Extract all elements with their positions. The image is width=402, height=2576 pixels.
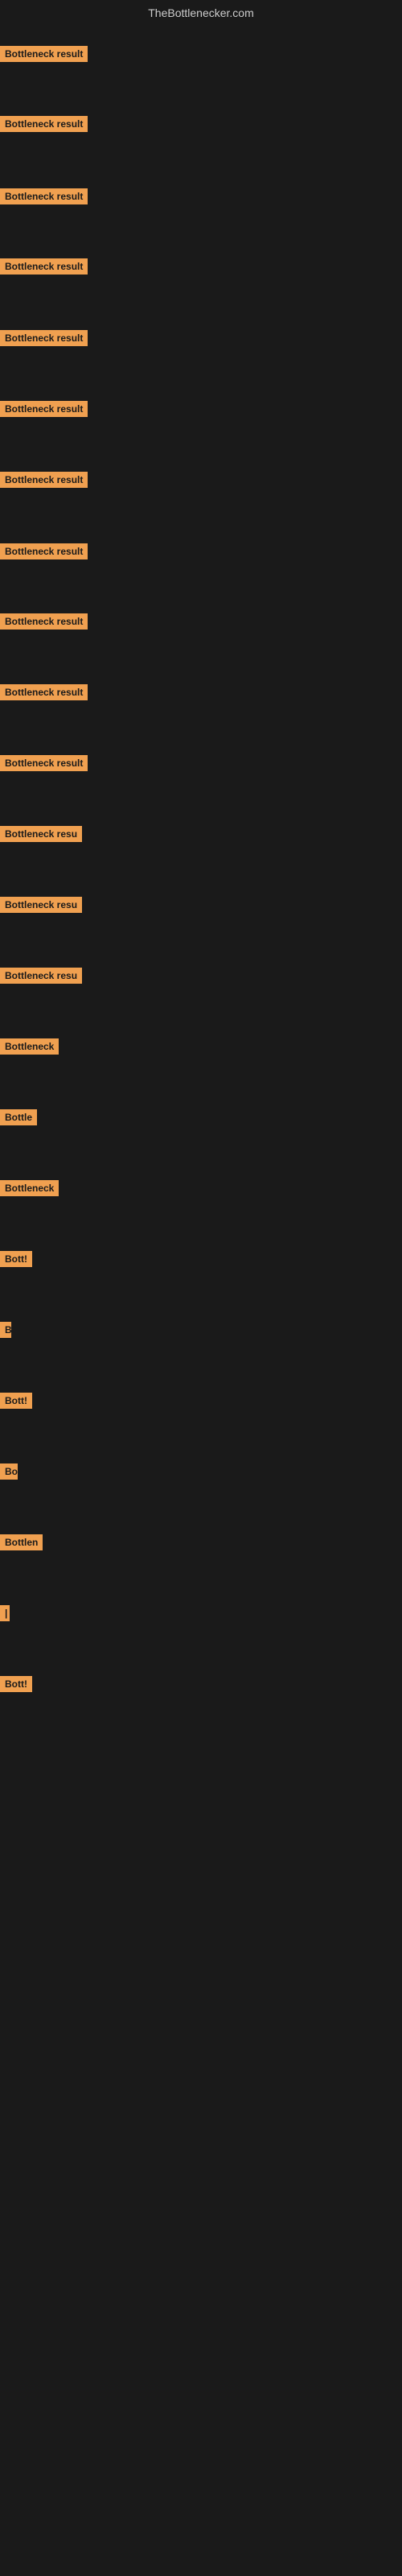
- bottleneck-badge-21[interactable]: Bo: [0, 1463, 18, 1480]
- bottleneck-badge-18[interactable]: Bott!: [0, 1251, 32, 1267]
- bottleneck-badge-container-10: Bottleneck result: [0, 684, 88, 704]
- bottleneck-badge-7[interactable]: Bottleneck result: [0, 472, 88, 488]
- bottleneck-badge-container-13: Bottleneck resu: [0, 897, 82, 917]
- bottleneck-badge-5[interactable]: Bottleneck result: [0, 330, 88, 346]
- bottleneck-badge-container-14: Bottleneck resu: [0, 968, 82, 988]
- bottleneck-badge-23[interactable]: |: [0, 1605, 10, 1621]
- bottleneck-badge-container-3: Bottleneck result: [0, 188, 88, 208]
- bottleneck-badge-container-4: Bottleneck result: [0, 258, 88, 279]
- site-title: TheBottlenecker.com: [0, 0, 402, 26]
- bottleneck-badge-11[interactable]: Bottleneck result: [0, 755, 88, 771]
- bottleneck-badge-16[interactable]: Bottle: [0, 1109, 37, 1125]
- bottleneck-badge-container-5: Bottleneck result: [0, 330, 88, 350]
- bottleneck-badge-15[interactable]: Bottleneck: [0, 1038, 59, 1055]
- bottleneck-badge-container-23: |: [0, 1605, 10, 1625]
- bottleneck-badge-container-12: Bottleneck resu: [0, 826, 82, 846]
- bottleneck-badge-container-22: Bottlen: [0, 1534, 43, 1554]
- bottleneck-badge-2[interactable]: Bottleneck result: [0, 116, 88, 132]
- bottleneck-badge-24[interactable]: Bott!: [0, 1676, 32, 1692]
- bottleneck-badge-12[interactable]: Bottleneck resu: [0, 826, 82, 842]
- bottleneck-badge-container-6: Bottleneck result: [0, 401, 88, 421]
- bottleneck-badge-19[interactable]: B: [0, 1322, 11, 1338]
- bottleneck-badge-13[interactable]: Bottleneck resu: [0, 897, 82, 913]
- bottleneck-badge-container-17: Bottleneck: [0, 1180, 59, 1200]
- bottleneck-badge-container-11: Bottleneck result: [0, 755, 88, 775]
- bottleneck-badge-4[interactable]: Bottleneck result: [0, 258, 88, 275]
- bottleneck-badge-container-18: Bott!: [0, 1251, 32, 1271]
- bottleneck-badge-container-9: Bottleneck result: [0, 613, 88, 634]
- bottleneck-badge-3[interactable]: Bottleneck result: [0, 188, 88, 204]
- bottleneck-badge-10[interactable]: Bottleneck result: [0, 684, 88, 700]
- bottleneck-badge-1[interactable]: Bottleneck result: [0, 46, 88, 62]
- bottleneck-badge-17[interactable]: Bottleneck: [0, 1180, 59, 1196]
- bottleneck-badge-14[interactable]: Bottleneck resu: [0, 968, 82, 984]
- bottleneck-badge-container-20: Bott!: [0, 1393, 32, 1413]
- bottleneck-badge-container-8: Bottleneck result: [0, 543, 88, 564]
- bottleneck-badge-6[interactable]: Bottleneck result: [0, 401, 88, 417]
- bottleneck-badge-container-24: Bott!: [0, 1676, 32, 1696]
- bottleneck-badge-22[interactable]: Bottlen: [0, 1534, 43, 1550]
- bottleneck-badge-container-2: Bottleneck result: [0, 116, 88, 136]
- bottleneck-badge-container-19: B: [0, 1322, 11, 1342]
- bottleneck-badge-container-16: Bottle: [0, 1109, 37, 1129]
- bottleneck-badge-20[interactable]: Bott!: [0, 1393, 32, 1409]
- bottleneck-badge-container-1: Bottleneck result: [0, 46, 88, 66]
- bottleneck-badge-8[interactable]: Bottleneck result: [0, 543, 88, 559]
- bottleneck-badge-container-21: Bo: [0, 1463, 18, 1484]
- bottleneck-badge-9[interactable]: Bottleneck result: [0, 613, 88, 630]
- bottleneck-badge-container-7: Bottleneck result: [0, 472, 88, 492]
- bottleneck-badge-container-15: Bottleneck: [0, 1038, 59, 1059]
